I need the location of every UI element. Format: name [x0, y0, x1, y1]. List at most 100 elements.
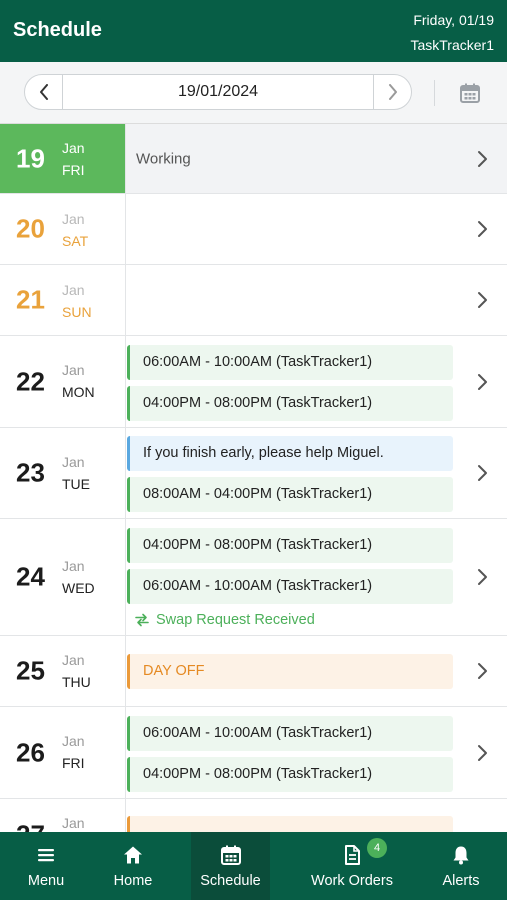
- page-title: Schedule: [13, 19, 102, 41]
- day-date-cell: 25 Jan THU: [0, 636, 126, 706]
- tab-label: Schedule: [200, 873, 261, 889]
- day-date-cell: 27 Jan: [0, 799, 126, 832]
- day-events: 06:00AM - 10:00AM (TaskTracker1) 04:00PM…: [126, 336, 507, 427]
- day-date-cell: 22 Jan MON: [0, 336, 126, 427]
- calendar-picker-button[interactable]: [455, 80, 485, 106]
- day-date-cell: 19 Jan FRI: [0, 124, 126, 193]
- chevron-right-icon: [478, 569, 487, 585]
- day-date-cell: 20 Jan SAT: [0, 194, 126, 264]
- day-number: 22: [16, 366, 45, 396]
- tab-label: Home: [113, 873, 153, 889]
- swap-request-status[interactable]: Swap Request Received: [135, 612, 315, 628]
- chevron-right-icon: [478, 150, 487, 167]
- chevron-left-icon: [39, 84, 48, 100]
- chevron-right-icon: [388, 84, 397, 100]
- header-user: TaskTracker1: [410, 37, 494, 53]
- event-item[interactable]: [127, 816, 453, 832]
- shift-item[interactable]: 04:00PM - 08:00PM (TaskTracker1): [127, 757, 453, 792]
- hamburger-icon: [38, 849, 54, 862]
- day-date-cell: 23 Jan TUE: [0, 428, 126, 518]
- tab-label: Menu: [27, 873, 65, 889]
- day-weekday: WED: [62, 580, 95, 596]
- day-row[interactable]: 22 Jan MON 06:00AM - 10:00AM (TaskTracke…: [0, 336, 507, 428]
- day-month: Jan: [62, 211, 85, 227]
- shift-item[interactable]: 04:00PM - 08:00PM (TaskTracker1): [127, 528, 453, 563]
- day-row[interactable]: 19 Jan FRI Working: [0, 124, 507, 194]
- shift-item[interactable]: 06:00AM - 10:00AM (TaskTracker1): [127, 345, 453, 380]
- day-date-cell: 24 Jan WED: [0, 519, 126, 635]
- tab-menu[interactable]: Menu: [0, 832, 92, 900]
- day-status: Working: [136, 150, 191, 167]
- day-row[interactable]: 20 Jan SAT: [0, 194, 507, 265]
- day-number: 20: [16, 213, 45, 244]
- day-month: Jan: [62, 815, 85, 831]
- day-weekday: MON: [62, 384, 95, 400]
- swap-icon: [135, 613, 149, 627]
- tab-alerts[interactable]: Alerts: [420, 832, 502, 900]
- prev-date-button[interactable]: [25, 75, 63, 109]
- tab-label: Alerts: [442, 873, 480, 889]
- day-number: 25: [16, 655, 45, 686]
- tab-label: Work Orders: [311, 873, 393, 889]
- date-bar: 19/01/2024: [0, 62, 507, 124]
- work-orders-badge: 4: [367, 838, 387, 858]
- day-weekday: FRI: [62, 755, 85, 771]
- calendar-icon: [460, 83, 480, 103]
- day-weekday: FRI: [62, 162, 85, 178]
- day-weekday: SAT: [62, 233, 89, 249]
- day-month: Jan: [62, 282, 85, 298]
- day-row[interactable]: 25 Jan THU DAY OFF: [0, 636, 507, 707]
- day-date-cell: 21 Jan SUN: [0, 265, 126, 335]
- chevron-right-icon: [478, 744, 487, 761]
- tab-schedule[interactable]: Schedule: [191, 832, 270, 900]
- chevron-right-icon: [478, 663, 487, 679]
- day-row[interactable]: 26 Jan FRI 06:00AM - 10:00AM (TaskTracke…: [0, 707, 507, 799]
- day-row[interactable]: 23 Jan TUE If you finish early, please h…: [0, 428, 507, 519]
- day-events: DAY OFF: [126, 636, 507, 706]
- day-events: 06:00AM - 10:00AM (TaskTracker1) 04:00PM…: [126, 707, 507, 798]
- day-month: Jan: [62, 733, 85, 749]
- current-date[interactable]: 19/01/2024: [63, 75, 373, 109]
- day-off-item[interactable]: DAY OFF: [127, 654, 453, 689]
- day-events: [126, 194, 507, 264]
- day-events: 04:00PM - 08:00PM (TaskTracker1) 06:00AM…: [126, 519, 507, 635]
- day-month: Jan: [62, 652, 85, 668]
- divider: [434, 80, 435, 106]
- next-date-button[interactable]: [373, 75, 411, 109]
- day-events: If you finish early, please help Miguel.…: [126, 428, 507, 518]
- chevron-right-icon: [478, 221, 487, 237]
- shift-item[interactable]: 06:00AM - 10:00AM (TaskTracker1): [127, 716, 453, 751]
- shift-item[interactable]: 08:00AM - 04:00PM (TaskTracker1): [127, 477, 453, 512]
- note-item[interactable]: If you finish early, please help Miguel.: [127, 436, 453, 471]
- date-navigator: 19/01/2024: [24, 74, 412, 110]
- day-number: 27: [16, 820, 45, 833]
- day-number: 21: [16, 284, 45, 315]
- day-number: 19: [16, 143, 45, 173]
- app-header: Schedule Friday, 01/19 TaskTracker1: [0, 0, 507, 62]
- day-events: Working: [126, 124, 507, 193]
- tab-home[interactable]: Home: [92, 832, 174, 900]
- shift-item[interactable]: 04:00PM - 08:00PM (TaskTracker1): [127, 386, 453, 421]
- home-icon: [124, 846, 142, 864]
- day-month: Jan: [62, 362, 85, 378]
- chevron-right-icon: [478, 373, 487, 390]
- day-row[interactable]: 21 Jan SUN: [0, 265, 507, 336]
- bell-icon: [453, 846, 469, 865]
- day-number: 23: [16, 457, 45, 488]
- day-number: 26: [16, 737, 45, 767]
- day-weekday: TUE: [62, 476, 90, 492]
- tab-work-orders[interactable]: 4 Work Orders: [297, 832, 407, 900]
- shift-item[interactable]: 06:00AM - 10:00AM (TaskTracker1): [127, 569, 453, 604]
- day-row[interactable]: 24 Jan WED 04:00PM - 08:00PM (TaskTracke…: [0, 519, 507, 636]
- day-month: Jan: [62, 454, 85, 470]
- day-events: [126, 799, 507, 832]
- day-row[interactable]: 27 Jan: [0, 799, 507, 832]
- chevron-right-icon: [478, 465, 487, 481]
- day-month: Jan: [62, 140, 85, 156]
- schedule-list[interactable]: 19 Jan FRI Working 20 Jan SAT 21 Jan SUN…: [0, 124, 507, 832]
- day-weekday: THU: [62, 674, 91, 690]
- bottom-tab-bar: Menu Home Schedule 4 Work Orders Alerts: [0, 832, 507, 900]
- day-weekday: SUN: [62, 304, 92, 320]
- document-icon: [345, 845, 360, 865]
- day-number: 24: [16, 561, 45, 592]
